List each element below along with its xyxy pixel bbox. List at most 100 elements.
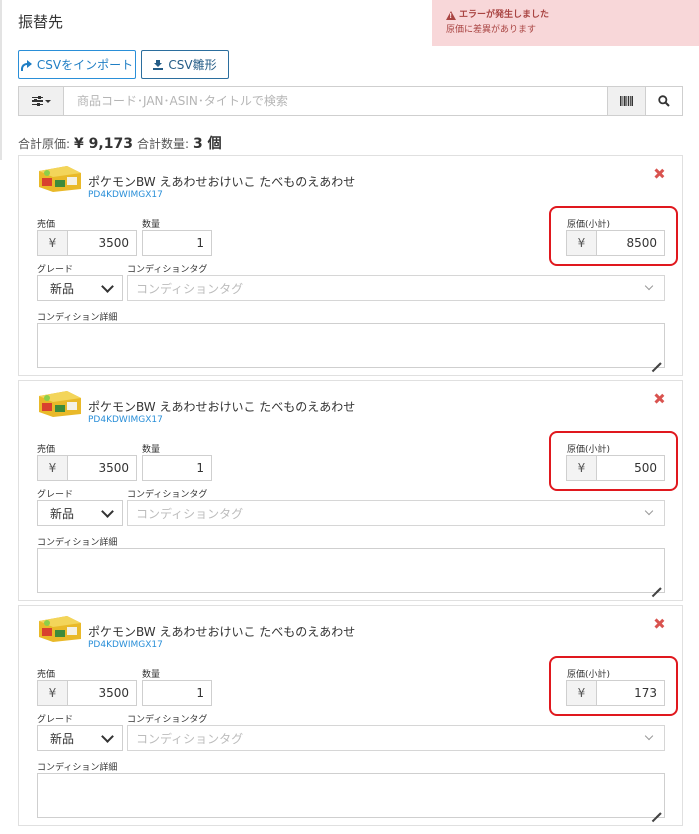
condition-tag-label: コンディションタグ bbox=[127, 490, 208, 500]
condition-tag-placeholder: コンディションタグ bbox=[136, 281, 244, 296]
remove-item-icon[interactable] bbox=[653, 168, 665, 180]
price-value: 3500 bbox=[98, 236, 129, 250]
download-icon bbox=[153, 59, 164, 70]
remove-item-icon[interactable] bbox=[653, 393, 665, 405]
search-icon bbox=[658, 95, 670, 107]
chevron-down-icon bbox=[644, 731, 654, 741]
grade-select[interactable]: 新品 bbox=[37, 275, 123, 301]
csv-import-button[interactable]: CSVをインポート bbox=[18, 50, 136, 79]
cost-subtotal-value: 500 bbox=[634, 461, 657, 475]
price-label: 売価 bbox=[37, 220, 56, 230]
yen-addon: ¥ bbox=[38, 456, 68, 480]
resize-handle-icon[interactable] bbox=[651, 804, 662, 815]
grade-label: グレード bbox=[37, 490, 74, 500]
price-input[interactable]: ¥ 3500 bbox=[37, 230, 137, 256]
warning-icon bbox=[446, 11, 456, 20]
barcode-icon bbox=[620, 96, 633, 106]
condition-tag-label: コンディションタグ bbox=[127, 715, 208, 725]
cost-subtotal-label: 原価(小計) bbox=[567, 220, 611, 230]
cost-subtotal-input[interactable]: ¥ 8500 bbox=[566, 230, 665, 256]
condition-tag-select[interactable]: コンディションタグ bbox=[127, 275, 665, 301]
search-input[interactable] bbox=[64, 87, 607, 115]
totals-summary: 合計原価: ¥ 9,173 合計数量: 3 個 bbox=[18, 133, 222, 153]
quantity-label: 数量 bbox=[142, 220, 161, 230]
yen-addon: ¥ bbox=[38, 681, 68, 705]
product-code-link[interactable]: PD4KDWIMGX17 bbox=[88, 640, 163, 650]
total-qty-label: 合計数量: bbox=[136, 137, 189, 151]
yen-addon: ¥ bbox=[567, 456, 597, 480]
total-cost-value: ¥ 9,173 bbox=[74, 136, 133, 152]
share-icon bbox=[20, 60, 32, 71]
product-thumbnail bbox=[39, 391, 81, 417]
chevron-down-icon bbox=[101, 730, 114, 743]
resize-handle-icon[interactable] bbox=[651, 354, 662, 365]
price-input[interactable]: ¥ 3500 bbox=[37, 680, 137, 706]
search-button[interactable] bbox=[645, 87, 682, 115]
left-divider bbox=[0, 0, 2, 160]
condition-tag-placeholder: コンディションタグ bbox=[136, 731, 244, 746]
price-input[interactable]: ¥ 3500 bbox=[37, 455, 137, 481]
search-bar bbox=[18, 86, 683, 116]
product-code-link[interactable]: PD4KDWIMGX17 bbox=[88, 190, 163, 200]
csv-import-label: CSVをインポート bbox=[36, 58, 134, 72]
quantity-input[interactable]: 1 bbox=[142, 680, 212, 706]
product-title[interactable]: ポケモンBW えあわせおけいこ たべものえあわせ bbox=[88, 173, 355, 190]
condition-detail-textarea[interactable] bbox=[37, 773, 665, 818]
chevron-down-icon bbox=[101, 280, 114, 293]
chevron-down-icon bbox=[644, 281, 654, 291]
grade-label: グレード bbox=[37, 265, 74, 275]
cost-subtotal-input[interactable]: ¥ 173 bbox=[566, 680, 665, 706]
price-label: 売価 bbox=[37, 445, 56, 455]
chevron-down-icon bbox=[644, 506, 654, 516]
condition-tag-label: コンディションタグ bbox=[127, 265, 208, 275]
cost-subtotal-input[interactable]: ¥ 500 bbox=[566, 455, 665, 481]
quantity-input[interactable]: 1 bbox=[142, 455, 212, 481]
resize-handle-icon[interactable] bbox=[651, 579, 662, 590]
condition-tag-placeholder: コンディションタグ bbox=[136, 506, 244, 521]
price-value: 3500 bbox=[98, 461, 129, 475]
grade-label: グレード bbox=[37, 715, 74, 725]
csv-template-button[interactable]: CSV雛形 bbox=[141, 50, 229, 79]
grade-select[interactable]: 新品 bbox=[37, 725, 123, 751]
condition-detail-textarea[interactable] bbox=[37, 323, 665, 368]
price-value: 3500 bbox=[98, 686, 129, 700]
quantity-input[interactable]: 1 bbox=[142, 230, 212, 256]
yen-addon: ¥ bbox=[567, 681, 597, 705]
product-code-link[interactable]: PD4KDWIMGX17 bbox=[88, 415, 163, 425]
error-alert: エラーが発生しました 原価に差異があります bbox=[432, 0, 699, 46]
grade-select[interactable]: 新品 bbox=[37, 500, 123, 526]
condition-detail-textarea[interactable] bbox=[37, 548, 665, 593]
barcode-button[interactable] bbox=[607, 87, 645, 115]
sliders-icon bbox=[31, 95, 43, 106]
alert-title: エラーが発生しました bbox=[459, 10, 550, 20]
grade-value: 新品 bbox=[50, 731, 75, 746]
filter-dropdown-button[interactable] bbox=[19, 87, 64, 115]
cost-subtotal-label: 原価(小計) bbox=[567, 670, 611, 680]
condition-detail-label: コンディション詳細 bbox=[37, 538, 118, 548]
product-title[interactable]: ポケモンBW えあわせおけいこ たべものえあわせ bbox=[88, 398, 355, 415]
cost-subtotal-label: 原価(小計) bbox=[567, 445, 611, 455]
product-title[interactable]: ポケモンBW えあわせおけいこ たべものえあわせ bbox=[88, 623, 355, 640]
item-card: ポケモンBW えあわせおけいこ たべものえあわせ PD4KDWIMGX17 売価… bbox=[18, 380, 683, 601]
alert-title-row: エラーが発生しました bbox=[446, 8, 699, 23]
condition-detail-label: コンディション詳細 bbox=[37, 763, 118, 773]
condition-tag-select[interactable]: コンディションタグ bbox=[127, 500, 665, 526]
chevron-down-icon bbox=[101, 505, 114, 518]
quantity-label: 数量 bbox=[142, 445, 161, 455]
grade-value: 新品 bbox=[50, 281, 75, 296]
cost-subtotal-value: 8500 bbox=[626, 236, 657, 250]
quantity-label: 数量 bbox=[142, 670, 161, 680]
total-qty-value: 3 個 bbox=[193, 136, 222, 152]
caret-down-icon bbox=[44, 99, 51, 103]
condition-tag-select[interactable]: コンディションタグ bbox=[127, 725, 665, 751]
remove-item-icon[interactable] bbox=[653, 618, 665, 630]
yen-addon: ¥ bbox=[38, 231, 68, 255]
item-card: ポケモンBW えあわせおけいこ たべものえあわせ PD4KDWIMGX17 売価… bbox=[18, 155, 683, 376]
cost-subtotal-value: 173 bbox=[634, 686, 657, 700]
product-thumbnail bbox=[39, 166, 81, 192]
price-label: 売価 bbox=[37, 670, 56, 680]
total-cost-label: 合計原価: bbox=[18, 137, 71, 151]
alert-message: 原価に差異があります bbox=[446, 25, 537, 35]
grade-value: 新品 bbox=[50, 506, 75, 521]
yen-addon: ¥ bbox=[567, 231, 597, 255]
